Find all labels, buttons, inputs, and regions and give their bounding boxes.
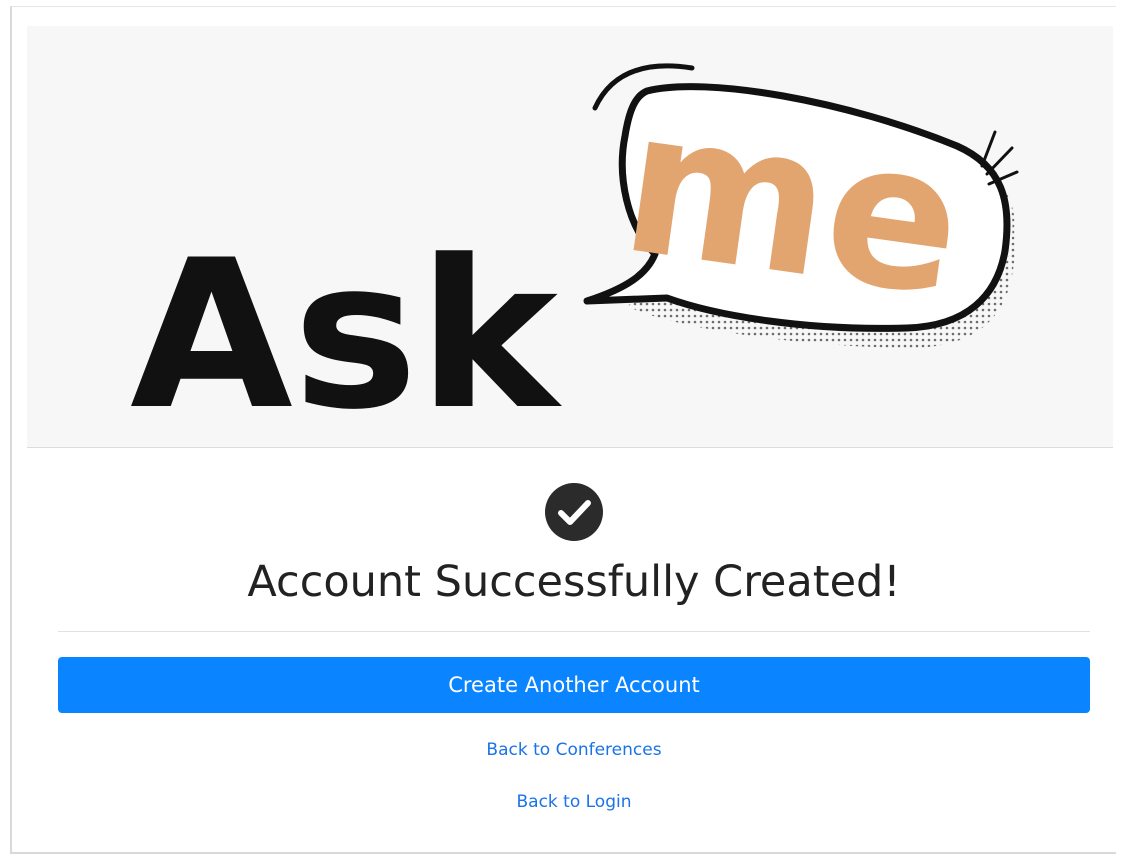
create-another-account-button[interactable]: Create Another Account [58, 657, 1090, 713]
divider [58, 631, 1090, 632]
back-to-login-link[interactable]: Back to Login [27, 792, 1121, 812]
confirmation-card: me Ask Account Successfully Created! Cre… [27, 26, 1113, 844]
back-to-conferences-link[interactable]: Back to Conferences [27, 740, 1121, 760]
check-circle-icon [544, 482, 604, 542]
logo-me-text: me [611, 65, 975, 342]
page-title: Account Successfully Created! [247, 557, 901, 607]
askme-logo: me Ask [130, 63, 1019, 447]
logo-ask-text: Ask [130, 217, 563, 447]
logo-panel: me Ask [27, 26, 1113, 448]
